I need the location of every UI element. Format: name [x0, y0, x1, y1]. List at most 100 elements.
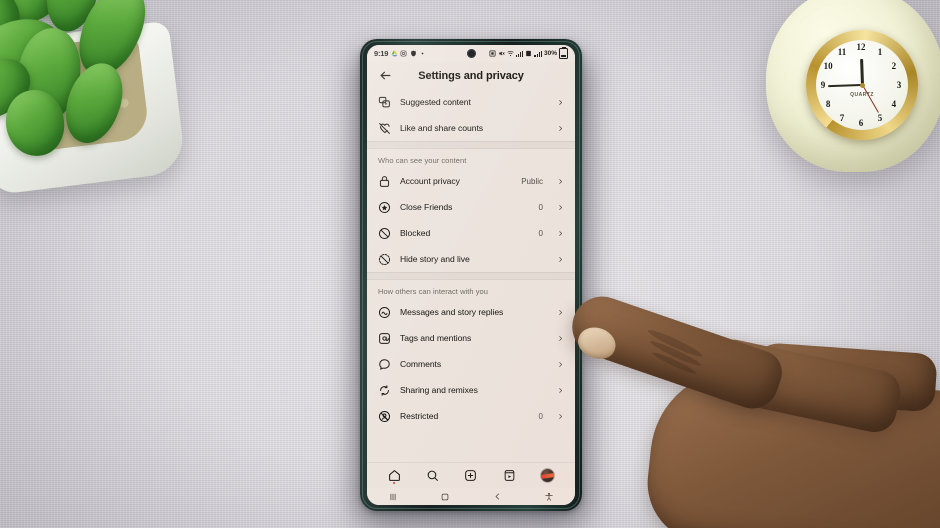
android-navigation-bar	[367, 488, 575, 505]
smartphone: 9:19 30% Settings and privacy Suggested …	[360, 39, 582, 511]
settings-list[interactable]: Suggested content Like and share counts Wh…	[367, 89, 575, 462]
chevron-right-icon	[557, 99, 564, 106]
settings-row-value: 0	[538, 411, 543, 421]
sharing-remixes-icon	[378, 384, 391, 397]
chevron-right-icon	[557, 387, 564, 394]
status-left: 9:19	[374, 49, 426, 58]
chevron-right-icon	[557, 256, 564, 263]
settings-row[interactable]: Account privacy Public	[367, 168, 575, 194]
chevron-right-icon	[557, 309, 564, 316]
phone-screen: 9:19 30% Settings and privacy Suggested …	[367, 45, 575, 505]
clock-numeral: 5	[877, 112, 883, 123]
settings-row[interactable]: Blocked 0	[367, 220, 575, 246]
restricted-icon	[378, 410, 391, 423]
settings-row-value: 0	[538, 202, 543, 212]
clock-numeral: 11	[837, 47, 847, 58]
settings-row[interactable]: Like and share counts	[367, 115, 575, 141]
drive-icon	[391, 50, 398, 57]
comments-icon	[378, 358, 391, 371]
settings-row-label: Tags and mentions	[400, 333, 472, 343]
back-arrow-icon[interactable]	[377, 67, 394, 84]
blocked-icon	[378, 227, 391, 240]
clock-numeral: 10	[823, 61, 833, 71]
settings-row-label: Account privacy	[400, 176, 460, 186]
lock-icon	[378, 175, 391, 188]
sim-icon	[526, 50, 532, 57]
clock-numeral: 4	[891, 99, 897, 109]
settings-row-label: Close Friends	[400, 202, 453, 212]
settings-row-label: Messages and story replies	[400, 307, 504, 317]
settings-row[interactable]: Restricted 0	[367, 403, 575, 429]
settings-row[interactable]: Hide story and live	[367, 246, 575, 272]
section-title: How others can interact with you	[378, 287, 488, 296]
settings-row[interactable]: Tags and mentions	[367, 325, 575, 351]
chevron-right-icon	[557, 361, 564, 368]
chevron-right-icon	[557, 230, 564, 237]
clock-numeral: 2	[891, 61, 897, 71]
signal-icon	[515, 50, 524, 57]
section-title: Who can see your content	[378, 156, 467, 165]
settings-row-label: Blocked	[400, 228, 431, 238]
settings-row[interactable]: Messages and story replies	[367, 299, 575, 325]
nav-profile-button[interactable]	[538, 465, 558, 485]
status-bar: 9:19 30%	[367, 45, 575, 62]
settings-row-label: Sharing and remixes	[400, 385, 478, 395]
chevron-right-icon	[557, 125, 564, 132]
android-recents-button[interactable]	[382, 490, 404, 504]
camera-punch-hole	[466, 49, 476, 58]
messages-icon	[378, 306, 391, 319]
clock-numeral: 12	[856, 42, 866, 52]
settings-row[interactable]: Comments	[367, 351, 575, 377]
page-title: Settings and privacy	[418, 69, 524, 82]
dot-icon	[421, 52, 424, 55]
settings-row[interactable]: Close Friends 0	[367, 194, 575, 220]
android-back-button[interactable]	[486, 490, 508, 504]
suggested-content-icon	[378, 96, 391, 109]
clock-numeral: 3	[896, 80, 902, 90]
status-right: 30%	[489, 47, 568, 59]
profile-avatar	[541, 468, 555, 482]
chevron-right-icon	[557, 204, 564, 211]
settings-row-label: Like and share counts	[400, 123, 484, 133]
clock-second-hand	[861, 84, 879, 113]
mute-icon	[498, 51, 505, 56]
hide-story-icon	[378, 253, 391, 266]
settings-row[interactable]: Sharing and remixes	[367, 377, 575, 403]
battery-icon	[559, 47, 568, 59]
clock-hour-hand	[859, 58, 864, 86]
wifi-icon	[507, 50, 514, 57]
section-divider	[367, 141, 575, 149]
home-badge-dot	[392, 481, 396, 484]
settings-row-value: Public	[521, 176, 543, 186]
clock-dial: QUARTZ 12 1 2 3 4 5 6 7 8 9 10 11	[816, 40, 908, 130]
clock-numeral: 8	[825, 99, 831, 109]
nav-search-button[interactable]	[423, 465, 443, 485]
shield-icon	[410, 50, 416, 57]
tags-mentions-icon	[378, 332, 391, 345]
nav-reels-button[interactable]	[499, 465, 519, 485]
clock-center-pin	[859, 82, 865, 88]
settings-row[interactable]: Suggested content	[367, 89, 575, 115]
app-bottom-nav	[367, 462, 575, 488]
clock-brand-text: QUARTZ	[850, 92, 874, 99]
potted-plant	[0, 0, 204, 196]
desk-clock: QUARTZ 12 1 2 3 4 5 6 7 8 9 10 11	[762, 0, 940, 180]
clock-numeral: 7	[839, 112, 845, 123]
battery-percent: 30%	[543, 50, 557, 57]
clock-numeral: 6	[858, 118, 864, 128]
clock-bezel: QUARTZ 12 1 2 3 4 5 6 7 8 9 10 11	[806, 30, 918, 140]
nav-home-button[interactable]	[384, 465, 404, 485]
scene: QUARTZ 12 1 2 3 4 5 6 7 8 9 10 11 9:19 3…	[0, 0, 940, 528]
screenshot-icon	[489, 50, 496, 57]
nav-create-button[interactable]	[461, 465, 481, 485]
clock-numeral: 1	[877, 47, 883, 58]
android-home-button[interactable]	[434, 490, 456, 504]
close-friends-star-icon	[378, 201, 391, 214]
settings-row-label: Restricted	[400, 411, 439, 421]
android-accessibility-button[interactable]	[538, 490, 560, 504]
clock-minute-hand	[827, 84, 863, 88]
clock-numeral: 9	[820, 80, 826, 90]
signal2-icon	[534, 50, 542, 57]
chevron-right-icon	[557, 178, 564, 185]
settings-row-label: Hide story and live	[400, 254, 470, 264]
